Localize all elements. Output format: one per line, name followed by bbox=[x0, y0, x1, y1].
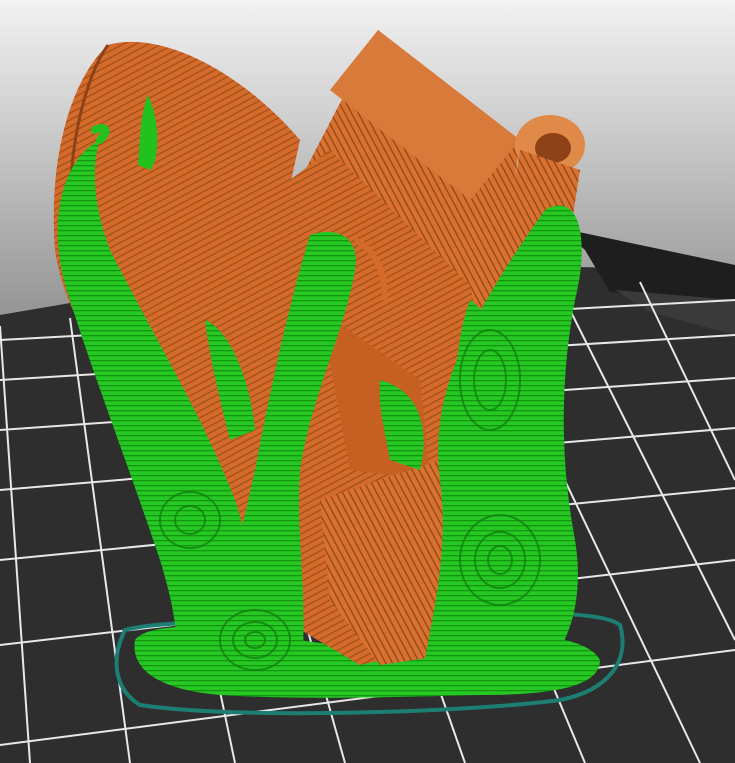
3d-preview-viewport[interactable] bbox=[0, 0, 735, 763]
slicer-preview-scene[interactable] bbox=[0, 0, 735, 763]
